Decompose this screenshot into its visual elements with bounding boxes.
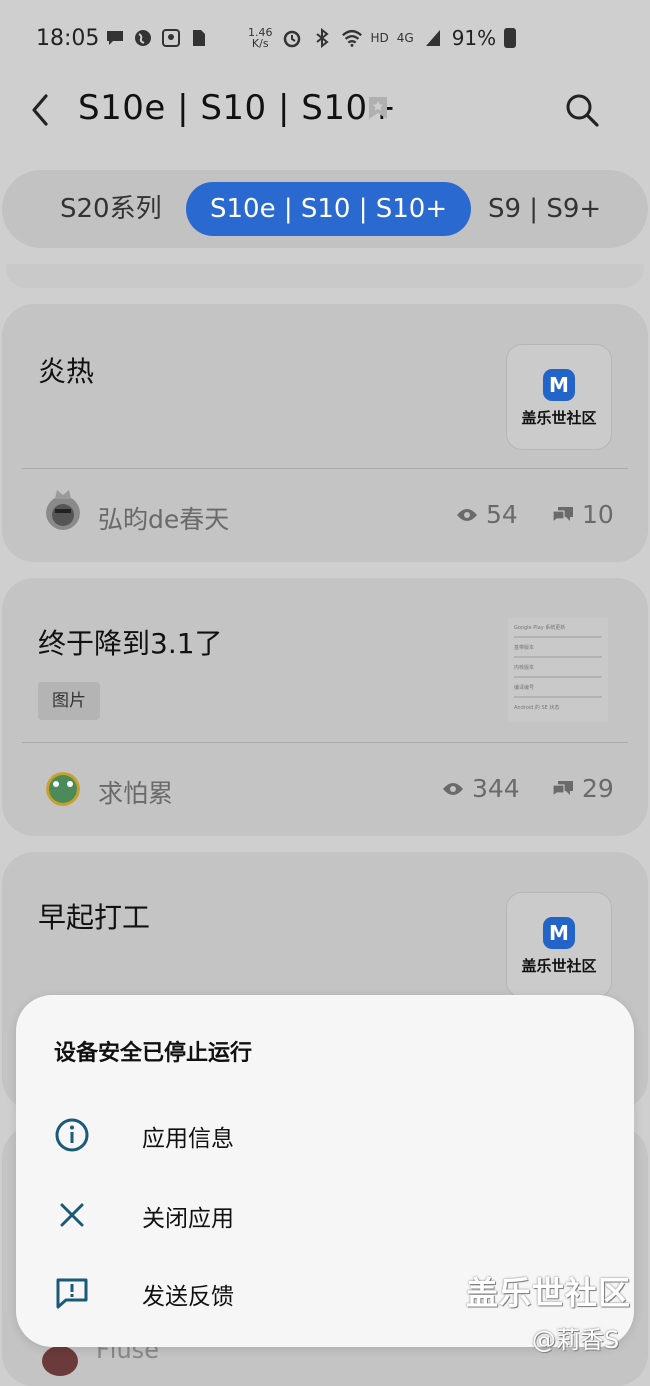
post-thumbnail: M 盖乐世社区: [506, 892, 612, 998]
post-author[interactable]: 求怕累: [98, 774, 173, 810]
net-speed-unit: K/s: [251, 37, 269, 50]
globe-icon: [132, 27, 154, 49]
hd-indicator: HD: [370, 31, 389, 45]
samsung-members-logo-icon: M: [543, 917, 575, 949]
eye-icon: [457, 508, 477, 521]
status-bar: 18:05 1.46 K/s HD 4G 91%: [0, 0, 650, 78]
comments-icon: [552, 780, 573, 797]
close-app-option[interactable]: 关闭应用: [16, 1181, 634, 1251]
view-count: 54: [456, 500, 518, 529]
thumb-line: Google Play 系统更新: [514, 625, 566, 631]
post-title: 终于降到3.1了: [38, 627, 223, 660]
card-divider: [22, 468, 628, 469]
view-count-value: 54: [486, 500, 518, 529]
notification-icons: [104, 27, 210, 49]
comments-icon: [552, 506, 573, 523]
thumbnail-logo-text: 盖乐世社区: [521, 957, 597, 975]
avatar[interactable]: [46, 772, 80, 806]
page-title: S10e | S10 | S10+: [78, 88, 397, 128]
post-tag: 图片: [38, 682, 100, 720]
thumb-divider: [514, 676, 602, 678]
comment-count: 29: [552, 774, 614, 803]
card-divider: [22, 742, 628, 743]
status-time: 18:05: [36, 26, 100, 51]
search-button[interactable]: [564, 92, 600, 128]
post-title: 炎热: [38, 355, 95, 388]
thumb-line: Android 的 SE 状态: [514, 705, 560, 711]
network-indicator: 4G: [396, 31, 414, 45]
comment-count-value: 10: [582, 500, 614, 529]
net-speed: 1.46 K/s: [248, 27, 273, 49]
alarm-icon: [281, 27, 303, 49]
search-icon: [566, 94, 599, 127]
samsung-members-logo-icon: M: [543, 369, 575, 401]
app-notification-icon: [160, 27, 182, 49]
thumb-divider: [514, 656, 602, 658]
tab-s10[interactable]: S10e | S10 | S10+: [186, 182, 472, 236]
bookmark-star-icon: [369, 97, 387, 119]
thumb-line: 编译编号: [514, 685, 535, 691]
send-feedback-label: 发送反馈: [142, 1284, 234, 1310]
status-indicators: 1.46 K/s HD 4G 91%: [248, 26, 517, 50]
wifi-icon: [341, 27, 363, 49]
view-count: 344: [442, 774, 520, 803]
tab-s9[interactable]: S9 | S9+: [488, 182, 601, 236]
app-info-label: 应用信息: [142, 1126, 234, 1152]
feedback-icon: [56, 1278, 88, 1309]
post-card[interactable]: 终于降到3.1了 图片 Google Play 系统更新 基带版本 内核版本 编…: [2, 578, 648, 836]
favorite-button[interactable]: [368, 96, 388, 120]
info-icon: [55, 1118, 89, 1152]
close-icon: [60, 1203, 84, 1227]
series-tabs: S20系列 S10e | S10 | S10+ S9 | S9+: [2, 170, 648, 248]
signal-icon: [422, 27, 444, 49]
thumb-divider: [514, 636, 602, 638]
sim-icon: [188, 27, 210, 49]
comment-count-value: 29: [582, 774, 614, 803]
post-thumbnail: M 盖乐世社区: [506, 344, 612, 450]
back-button[interactable]: [26, 90, 56, 130]
thumb-line: 内核版本: [514, 665, 535, 671]
crown-icon: [55, 490, 71, 499]
app-info-option[interactable]: 应用信息: [16, 1101, 634, 1171]
previous-card-edge: [6, 264, 644, 288]
comment-count: 10: [552, 500, 614, 529]
avatar[interactable]: [46, 496, 80, 530]
post-thumbnail-screenshot: Google Play 系统更新 基带版本 内核版本 编译编号 Android …: [508, 618, 608, 722]
chevron-left-icon: [32, 94, 48, 126]
battery-percent: 91%: [451, 26, 497, 50]
dialog-title: 设备安全已停止运行: [54, 1041, 253, 1066]
watermark-brand: 盖乐世社区: [466, 1274, 632, 1312]
thumb-divider: [514, 696, 602, 698]
view-count-value: 344: [472, 774, 520, 803]
tab-s20[interactable]: S20系列: [60, 182, 162, 236]
thumb-line: 基带版本: [514, 645, 535, 651]
thumbnail-logo-text: 盖乐世社区: [521, 409, 597, 427]
post-author[interactable]: 弘昀de春天: [98, 500, 229, 536]
message-icon: [104, 27, 126, 49]
close-app-label: 关闭应用: [142, 1206, 234, 1232]
top-app-bar: S10e | S10 | S10+: [0, 78, 650, 168]
post-card[interactable]: 炎热 M 盖乐世社区 弘昀de春天 54 10: [2, 304, 648, 562]
bluetooth-icon: [311, 27, 333, 49]
battery-icon: [504, 28, 517, 48]
eye-icon: [443, 782, 463, 795]
watermark-author: @莉香S: [532, 1326, 620, 1354]
post-title: 早起打工: [38, 901, 151, 934]
